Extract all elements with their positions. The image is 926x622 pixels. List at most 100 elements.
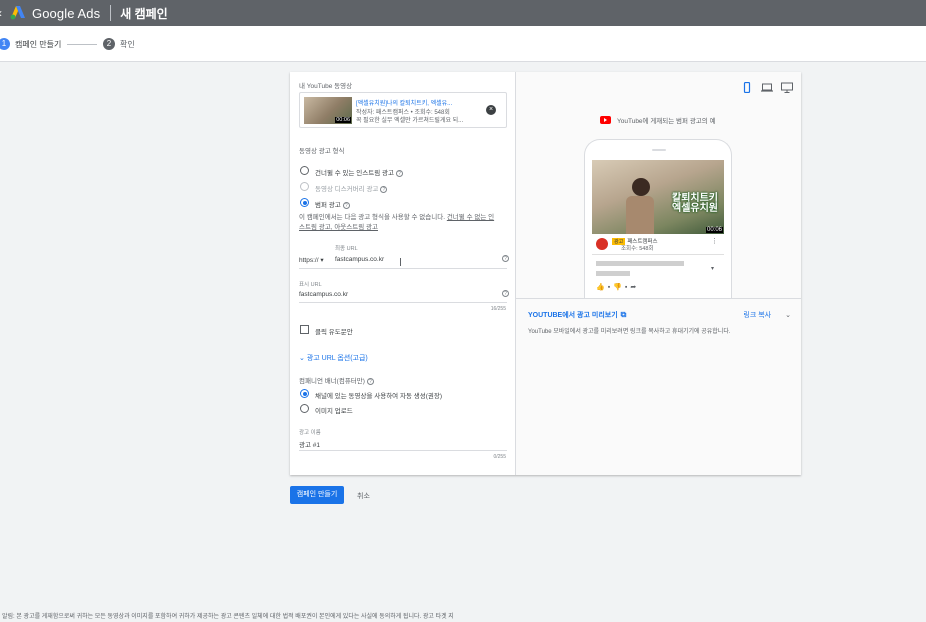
desktop-icon[interactable] [781, 80, 793, 93]
youtube-preview-link[interactable]: YOUTUBE에서 광고 미리보기 ⧉ [528, 310, 626, 320]
format-label-bumper-text: 범퍼 광고 [315, 202, 341, 209]
format-label-discovery: 동영상 디스커버리 광고? [315, 183, 388, 193]
preview-caption-text: YouTube에 게재되는 범퍼 광고의 예 [617, 118, 716, 125]
chevron-down-icon: ⌄ [785, 312, 791, 319]
cta-checkbox[interactable] [300, 325, 309, 334]
page-title: 새 캠페인 [120, 6, 168, 21]
mobile-icon[interactable] [741, 80, 753, 94]
video-overlay-text: 칼퇴치트키 엑셀유치원 [672, 194, 718, 214]
reaction-icons: 👍▪👎▪➦ [596, 284, 640, 291]
format-radio-skippable[interactable] [300, 166, 309, 175]
companion-label: 컴패니언 배너(컴퓨터만)? [299, 375, 374, 385]
video-section-label: 내 YouTube 동영상 [299, 83, 353, 90]
video-description: 꼭 필요한 실무 엑셀만 가르쳐드릴게요 되... [356, 118, 464, 124]
companion-radio-upload[interactable] [300, 404, 309, 413]
google-ads-logo [10, 6, 26, 20]
format-note: 이 캠페인에서는 다음 광고 형식을 사용할 수 없습니다. 건너뛸 수 없는 … [299, 213, 509, 232]
remove-video-icon[interactable]: × [486, 105, 496, 115]
format-note-link[interactable]: 건너뛸 수 없는 인 [447, 214, 494, 221]
ad-form-panel: 내 YouTube 동영상 00:06 [액셀유치원]나의 칼퇴치트키, 엑셀유… [290, 72, 516, 475]
companion-label-text: 컴패니언 배너(컴퓨터만) [299, 378, 365, 385]
video-thumbnail: 00:06 [304, 97, 352, 124]
expand-icon[interactable]: ▾ [711, 265, 714, 272]
protocol-value: https:// [299, 257, 319, 264]
final-url-underline [299, 268, 507, 269]
final-url-input[interactable]: fastcampus.co.kr [335, 256, 384, 263]
format-label-skippable-text: 건너뛸 수 있는 인스트림 광고 [315, 170, 394, 177]
share-note: YouTube 모바일에서 광고를 미리보려면 링크를 복사하고 휴대기기에 공… [528, 329, 731, 335]
step-2-indicator[interactable]: 2 [103, 38, 115, 50]
selected-video[interactable]: 00:06 [액셀유치원]나의 칼퇴치트키, 엑셀유... 작성자: 패스트캠퍼… [299, 92, 507, 128]
display-url-counter: 16/255 [490, 306, 506, 312]
companion-label-upload: 이미지 업로드 [315, 408, 353, 415]
more-icon[interactable]: ⋮ [711, 237, 718, 245]
device-toggle [741, 80, 793, 94]
stepper-connector [67, 44, 97, 45]
youtube-logo-icon [600, 116, 611, 124]
dropdown-arrow-icon: ▾ [320, 257, 324, 264]
help-icon[interactable]: ? [502, 290, 509, 297]
skeleton-line [596, 271, 630, 276]
help-icon[interactable]: ? [395, 169, 403, 177]
format-label-bumper: 범퍼 광고? [315, 199, 350, 209]
text-cursor [400, 258, 401, 266]
channel-avatar [596, 238, 608, 250]
presenter-body [626, 196, 654, 234]
laptop-icon[interactable] [761, 80, 773, 92]
ad-name-input[interactable]: 광고 #1 [299, 439, 320, 449]
youtube-preview-label: YOUTUBE에서 광고 미리보기 [528, 312, 618, 319]
help-icon[interactable]: ? [366, 377, 374, 385]
divider [592, 254, 724, 255]
format-label-skippable: 건너뛸 수 있는 인스트림 광고? [315, 167, 403, 177]
link-share-label: 링크 복사 [743, 312, 772, 319]
cancel-button[interactable]: 취소 [357, 491, 370, 501]
format-note-link[interactable]: 스트림 광고, 아웃스트림 광고 [299, 224, 378, 231]
back-arrow-icon[interactable]: ‹ [0, 6, 8, 20]
video-player[interactable]: 칼퇴치트키 엑셀유치원 00:06 [592, 160, 724, 234]
ad-editor-card: 내 YouTube 동영상 00:06 [액셀유치원]나의 칼퇴치트키, 엑셀유… [290, 72, 801, 475]
link-share-dropdown[interactable]: 링크 복사 ⌄ [743, 310, 791, 320]
step-1-indicator[interactable]: 1 [0, 38, 10, 50]
stepper: 1 캠페인 만들기 2 확인 [0, 26, 926, 62]
ad-name-underline [299, 450, 507, 451]
brand-name: Google Ads [32, 5, 101, 21]
preview-views: 조회수: 548회 [621, 246, 654, 252]
ad-name-counter: 0/255 [493, 454, 506, 460]
preview-caption: YouTube에 게재되는 범퍼 광고의 예 [600, 115, 716, 125]
display-url-underline [299, 302, 507, 303]
companion-label-auto: 채널에 있는 동영상을 사용하여 자동 생성(권장) [315, 393, 442, 400]
ad-preview-panel: YouTube에 게재되는 범퍼 광고의 예 칼퇴치트키 엑셀유치원 00:06 … [516, 72, 801, 475]
display-url-input[interactable]: fastcampus.co.kr [299, 291, 348, 298]
help-icon[interactable]: ? [342, 201, 350, 209]
top-app-bar: ‹ Google Ads 새 캠페인 [0, 0, 926, 26]
open-new-window-icon: ⧉ [620, 310, 627, 319]
presenter-figure [632, 178, 650, 196]
overlay-line-2: 엑셀유치원 [672, 203, 718, 214]
protocol-select[interactable]: https:// ▾ [299, 256, 324, 264]
format-note-text: 이 캠페인에서는 다음 광고 형식을 사용할 수 없습니다. [299, 214, 446, 221]
format-radio-bumper[interactable] [300, 198, 309, 207]
final-url-label: 최종 URL [335, 246, 358, 252]
divider [516, 298, 801, 299]
skeleton-line [596, 261, 684, 266]
ad-name-label: 광고 이름 [299, 430, 321, 436]
step-2-label[interactable]: 확인 [120, 39, 135, 50]
divider [110, 5, 112, 21]
display-url-label: 표시 URL [299, 282, 322, 288]
phone-mockup: 칼퇴치트키 엑셀유치원 00:06 광고 패스트캠퍼스 조회수: 548회 ⋮ ▾… [584, 139, 732, 299]
video-duration: 00:06 [335, 117, 351, 123]
companion-radio-auto[interactable] [300, 389, 309, 398]
help-icon[interactable]: ? [502, 255, 509, 262]
step-1-label[interactable]: 캠페인 만들기 [15, 39, 61, 50]
cta-label: 클릭 유도문안 [315, 329, 353, 336]
legal-footer: 알림: 본 광고를 게재함으로써 귀하는 모든 동영상과 이미지를 포함하여 귀… [2, 614, 454, 620]
video-title[interactable]: [액셀유치원]나의 칼퇴치트키, 엑셀유... [356, 98, 452, 107]
url-options-label: 광고 URL 옵션(고급) [306, 355, 368, 362]
url-options-toggle[interactable]: ⌄ 광고 URL 옵션(고급) [299, 353, 368, 363]
format-radio-discovery [300, 182, 309, 191]
help-icon[interactable]: ? [380, 185, 388, 193]
format-label-discovery-text: 동영상 디스커버리 광고 [315, 186, 379, 193]
chevron-down-icon: ⌄ [299, 355, 305, 362]
format-section-label: 동영상 광고 형식 [299, 148, 345, 155]
create-campaign-button[interactable]: 캠페인 만들기 [290, 486, 344, 504]
